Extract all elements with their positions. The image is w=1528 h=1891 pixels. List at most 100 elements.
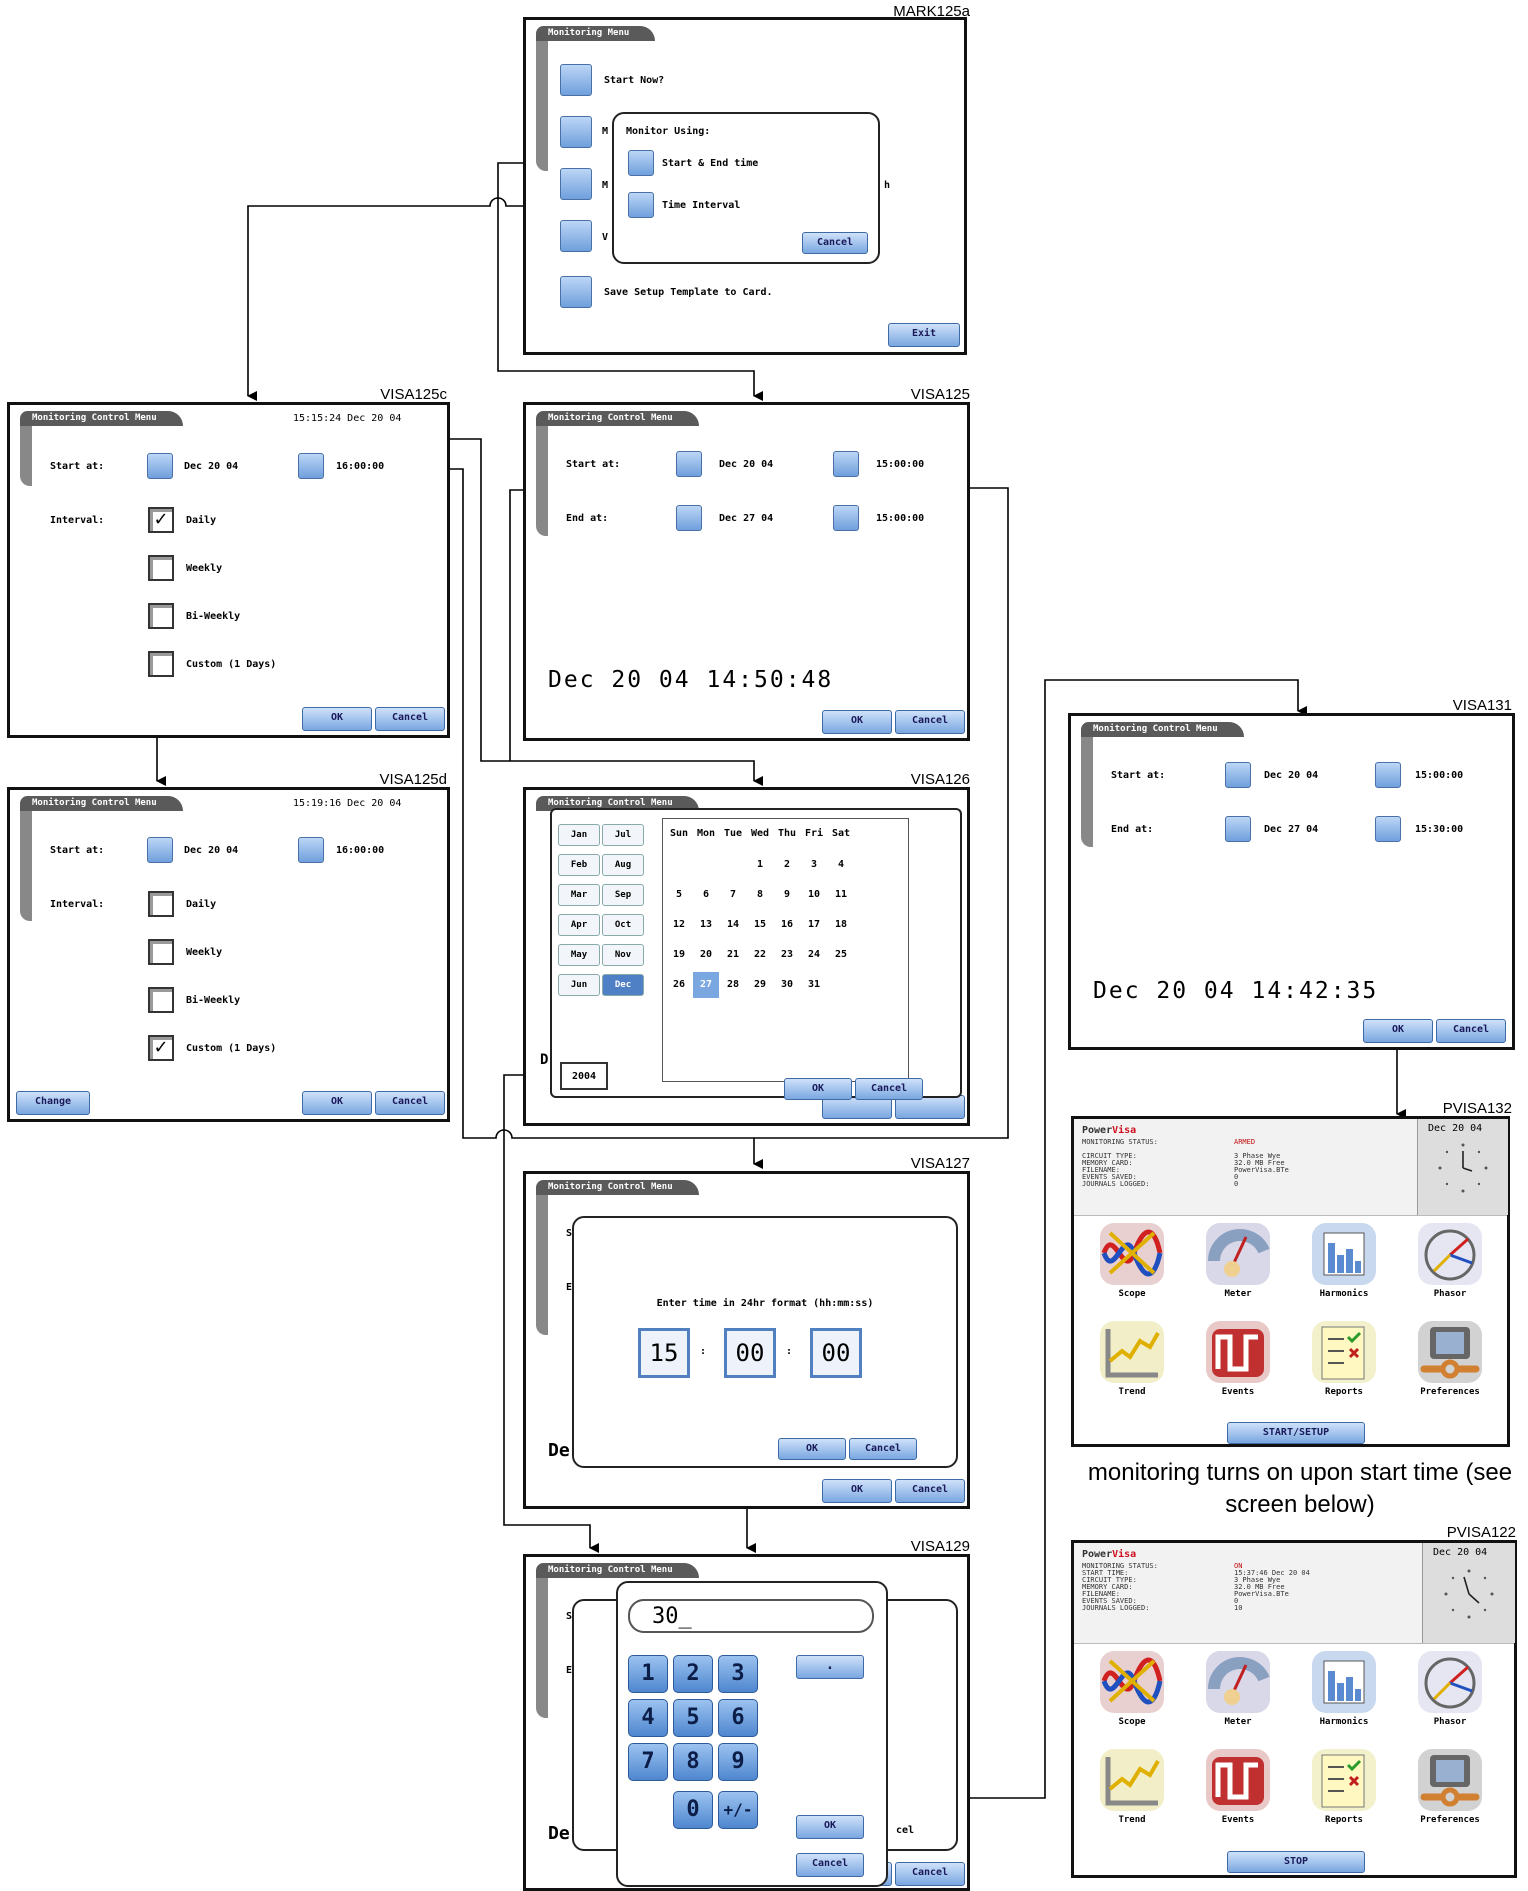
day-6[interactable]: 6 [693, 882, 719, 908]
day-29[interactable]: 29 [747, 972, 773, 998]
start-time-button[interactable] [1375, 762, 1401, 788]
day-27[interactable]: 27 [693, 972, 719, 998]
end-date-button[interactable] [676, 505, 702, 531]
tile-phasor[interactable]: Phasor [1402, 1649, 1498, 1745]
start-date-button[interactable] [147, 453, 173, 479]
day-13[interactable]: 13 [693, 912, 719, 938]
cancel-button[interactable]: Cancel [375, 1091, 445, 1115]
day-20[interactable]: 20 [693, 942, 719, 968]
cancel-button[interactable]: Cancel [802, 232, 868, 254]
day-3[interactable]: 3 [801, 852, 827, 878]
start-date-button[interactable] [147, 837, 173, 863]
day-4[interactable]: 4 [828, 852, 854, 878]
day-26[interactable]: 26 [666, 972, 692, 998]
menu-button-3[interactable] [560, 168, 592, 200]
stop-button[interactable]: STOP [1227, 1851, 1365, 1873]
key-5[interactable]: 5 [673, 1699, 713, 1737]
tile-phasor[interactable]: Phasor [1402, 1221, 1498, 1317]
day-11[interactable]: 11 [828, 882, 854, 908]
tile-trend[interactable]: Trend [1084, 1747, 1180, 1843]
cancel-button[interactable]: Cancel [796, 1853, 864, 1877]
weekly-checkbox[interactable] [148, 555, 174, 581]
key-4[interactable]: 4 [628, 1699, 668, 1737]
key-7[interactable]: 7 [628, 1743, 668, 1781]
tile-reports[interactable]: Reports [1296, 1747, 1392, 1843]
start-date-button[interactable] [1225, 762, 1251, 788]
day-5[interactable]: 5 [666, 882, 692, 908]
day-12[interactable]: 12 [666, 912, 692, 938]
menu-button-4[interactable] [560, 220, 592, 252]
start-date-button[interactable] [676, 451, 702, 477]
day-14[interactable]: 14 [720, 912, 746, 938]
tile-events[interactable]: Events [1190, 1319, 1286, 1415]
day-16[interactable]: 16 [774, 912, 800, 938]
end-time-button[interactable] [833, 505, 859, 531]
month-aug[interactable]: Aug [602, 854, 644, 876]
key-0[interactable]: 0 [673, 1791, 713, 1829]
day-22[interactable]: 22 [747, 942, 773, 968]
tile-preferences[interactable]: Preferences [1402, 1319, 1498, 1415]
day-15[interactable]: 15 [747, 912, 773, 938]
day-17[interactable]: 17 [801, 912, 827, 938]
ok-button[interactable]: OK [796, 1815, 864, 1839]
save-template-button[interactable] [560, 276, 592, 308]
start-time-button[interactable] [833, 451, 859, 477]
day-23[interactable]: 23 [774, 942, 800, 968]
daily-checkbox[interactable]: ✓ [148, 507, 174, 533]
biweekly-checkbox[interactable] [148, 987, 174, 1013]
year-field[interactable]: 2004 [560, 1062, 608, 1090]
month-mar[interactable]: Mar [558, 884, 600, 906]
month-dec[interactable]: Dec [602, 974, 644, 996]
day-25[interactable]: 25 [828, 942, 854, 968]
tile-scope[interactable]: Scope [1084, 1221, 1180, 1317]
start-end-time-button[interactable] [628, 150, 654, 176]
day-8[interactable]: 8 [747, 882, 773, 908]
cancel-button[interactable]: Cancel [895, 710, 965, 734]
minutes-field[interactable]: 00 [724, 1328, 776, 1378]
tile-scope[interactable]: Scope [1084, 1649, 1180, 1745]
month-may[interactable]: May [558, 944, 600, 966]
tile-meter[interactable]: Meter [1190, 1649, 1286, 1745]
start-now-button[interactable] [560, 64, 592, 96]
month-jan[interactable]: Jan [558, 824, 600, 846]
daily-checkbox[interactable] [148, 891, 174, 917]
weekly-checkbox[interactable] [148, 939, 174, 965]
key-1[interactable]: 1 [628, 1655, 668, 1693]
ok-button[interactable]: OK [302, 1091, 372, 1115]
ok-button[interactable]: OK [302, 707, 372, 731]
tile-harmonics[interactable]: Harmonics [1296, 1649, 1392, 1745]
biweekly-checkbox[interactable] [148, 603, 174, 629]
ok-button[interactable]: OK [1363, 1019, 1433, 1043]
month-jul[interactable]: Jul [602, 824, 644, 846]
menu-button-2[interactable] [560, 116, 592, 148]
start-setup-button[interactable]: START/SETUP [1227, 1422, 1365, 1444]
hours-field[interactable]: 15 [638, 1328, 690, 1378]
month-sep[interactable]: Sep [602, 884, 644, 906]
month-oct[interactable]: Oct [602, 914, 644, 936]
day-21[interactable]: 21 [720, 942, 746, 968]
end-date-button[interactable] [1225, 816, 1251, 842]
tile-preferences[interactable]: Preferences [1402, 1747, 1498, 1843]
end-time-button[interactable] [1375, 816, 1401, 842]
tile-meter[interactable]: Meter [1190, 1221, 1286, 1317]
month-feb[interactable]: Feb [558, 854, 600, 876]
cancel-button[interactable]: Cancel [855, 1078, 923, 1100]
tile-harmonics[interactable]: Harmonics [1296, 1221, 1392, 1317]
day-9[interactable]: 9 [774, 882, 800, 908]
start-time-button[interactable] [298, 837, 324, 863]
custom-checkbox[interactable]: ✓ [148, 1035, 174, 1061]
key-3[interactable]: 3 [718, 1655, 758, 1693]
day-1[interactable]: 1 [747, 852, 773, 878]
day-10[interactable]: 10 [801, 882, 827, 908]
tile-events[interactable]: Events [1190, 1747, 1286, 1843]
tile-reports[interactable]: Reports [1296, 1319, 1392, 1415]
month-apr[interactable]: Apr [558, 914, 600, 936]
day-30[interactable]: 30 [774, 972, 800, 998]
custom-checkbox[interactable] [148, 651, 174, 677]
day-19[interactable]: 19 [666, 942, 692, 968]
decimal-point-button[interactable]: . [796, 1655, 864, 1679]
key-8[interactable]: 8 [673, 1743, 713, 1781]
exit-button[interactable]: Exit [888, 323, 960, 347]
time-interval-button[interactable] [628, 192, 654, 218]
key-9[interactable]: 9 [718, 1743, 758, 1781]
